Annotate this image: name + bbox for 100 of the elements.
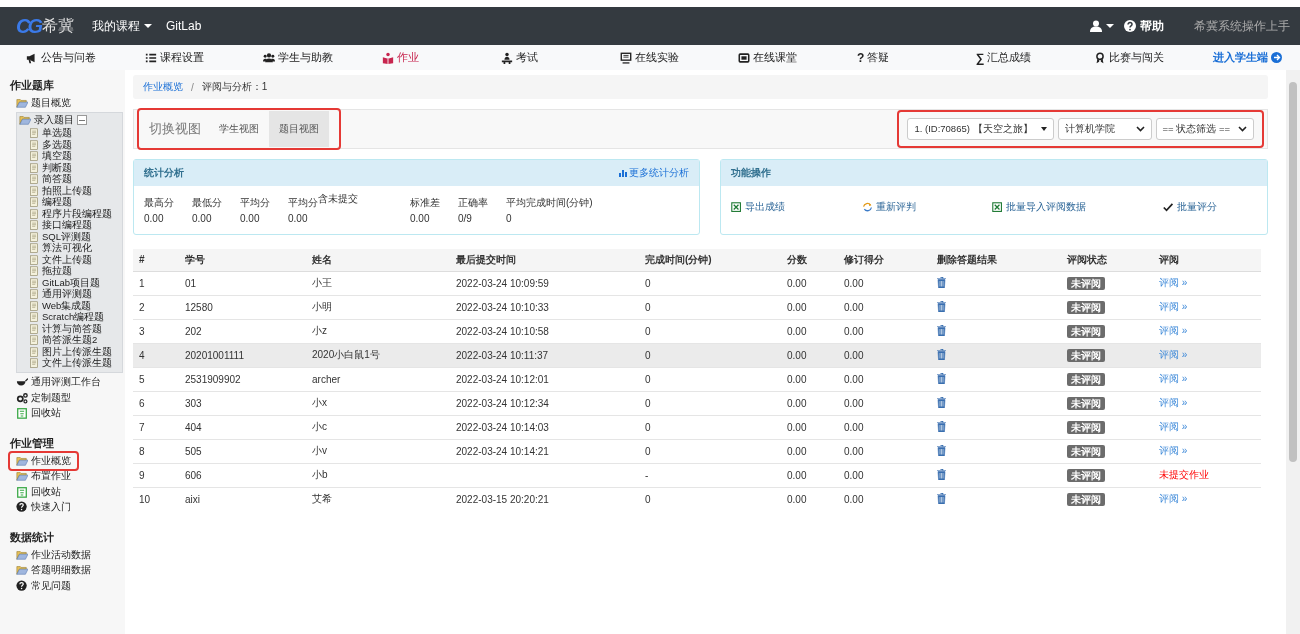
scrollbar-thumb[interactable] <box>1289 82 1297 462</box>
sidebar-item[interactable]: 判断题 <box>29 162 78 174</box>
sidebar-item[interactable]: 填空题 <box>29 151 78 163</box>
student-portal-link[interactable]: 进入学生端 <box>1213 50 1283 65</box>
delete-button[interactable] <box>937 276 946 288</box>
sidebar-item[interactable]: 回收站 <box>10 405 67 421</box>
delete-button[interactable] <box>937 468 946 480</box>
assignment-dropdown[interactable]: 1. (ID:70865) 【天空之旅】 <box>907 118 1054 140</box>
sidebar-item[interactable]: 拍照上传题 <box>29 185 98 197</box>
view-tab[interactable]: 学生视图 <box>209 111 269 147</box>
sidebar-item[interactable]: 定制题型 <box>10 390 77 406</box>
breadcrumb-link[interactable]: 作业概览 <box>143 80 183 94</box>
sidebar-item[interactable]: 简答题 <box>29 174 78 186</box>
sidebar-item[interactable]: 作业活动数据 <box>10 547 97 563</box>
sidebar-item[interactable]: 快速入门 <box>10 499 77 515</box>
sidebar-item[interactable]: 简答派生题2 <box>29 335 104 347</box>
action-link[interactable]: 重新评判 <box>861 200 916 214</box>
table-cell: 12580 <box>185 301 213 313</box>
sidebar-item[interactable]: 计算与简答题 <box>29 323 108 335</box>
course-menu[interactable]: 我的课程 <box>92 17 152 35</box>
delete-button[interactable] <box>937 348 946 360</box>
review-link[interactable]: 评阅 » <box>1159 301 1188 312</box>
sidebar-item[interactable]: 文件上传派生题 <box>29 358 118 370</box>
table-cell: 202 <box>185 325 202 337</box>
sidebar-item[interactable]: 通用评测工作台 <box>10 374 107 390</box>
filter-select[interactable]: 计算机学院 <box>1057 118 1152 140</box>
presenter-icon <box>500 51 513 64</box>
sidebar-item[interactable]: 回收站 <box>10 484 67 500</box>
table-cell: 0 <box>645 493 651 505</box>
nav-tab[interactable]: 课程设置 <box>144 50 264 65</box>
sidebar-item[interactable]: Web集成题 <box>29 300 98 312</box>
sidebar-item[interactable]: GitLab项目题 <box>29 277 106 289</box>
table-cell: 0.00 <box>787 445 807 457</box>
review-link[interactable]: 评阅 » <box>1159 397 1188 408</box>
sidebar-item[interactable]: 题目概览 <box>10 95 77 111</box>
delete-button[interactable] <box>937 372 946 384</box>
action-link[interactable]: 批量评分 <box>1162 200 1217 214</box>
nav-tab[interactable]: 学生与助教 <box>263 50 383 65</box>
review-link[interactable]: 评阅 » <box>1159 445 1188 456</box>
review-link[interactable]: 评阅 » <box>1159 373 1188 384</box>
stat-value: 0.00 <box>240 213 261 224</box>
user-menu[interactable] <box>1090 20 1114 32</box>
delete-button[interactable] <box>937 396 946 408</box>
help-link[interactable]: 帮助 <box>1124 17 1164 35</box>
nav-tab[interactable]: 考试 <box>500 50 620 65</box>
nav-tab[interactable]: 作业 <box>382 50 501 65</box>
column-header: 删除答题结果 <box>931 249 1061 271</box>
nav-tab[interactable]: ∑ 汇总成绩 <box>975 50 1095 65</box>
logo-mark: CG <box>16 14 40 38</box>
sidebar-item[interactable]: 多选题 <box>29 139 78 151</box>
delete-button[interactable] <box>937 300 946 312</box>
nav-tab[interactable]: 比赛与闯关 <box>1094 50 1214 65</box>
sidebar-item[interactable]: 布置作业 <box>10 468 77 484</box>
review-link[interactable]: 评阅 » <box>1159 325 1188 336</box>
gitlab-link[interactable]: GitLab <box>166 19 202 33</box>
check-icon <box>1162 201 1174 213</box>
table-cell: 0 <box>645 397 651 409</box>
nav-tab[interactable]: ? 答疑 <box>856 50 976 65</box>
table-cell: aixi <box>185 493 200 505</box>
sidebar-item[interactable]: SQL评测题 <box>29 231 97 243</box>
table-cell: 7 <box>139 421 145 433</box>
column-header: 评阅 <box>1153 249 1261 271</box>
status-badge: 未评阅 <box>1067 324 1105 338</box>
review-link[interactable]: 评阅 » <box>1159 493 1188 505</box>
sidebar-item[interactable]: 接口编程题 <box>29 220 98 232</box>
column-header: 姓名 <box>306 249 450 271</box>
sidebar-item[interactable]: 程序片段编程题 <box>29 208 118 220</box>
action-link[interactable]: 导出成绩 <box>731 200 785 214</box>
folder-icon <box>16 96 28 109</box>
view-tab[interactable]: 题目视图 <box>269 111 329 147</box>
spreadsheet-icon <box>992 201 1004 213</box>
sidebar-item[interactable]: 拖拉题 <box>29 266 78 278</box>
sidebar-item[interactable]: 答题明细数据 <box>10 562 97 578</box>
sidebar-item[interactable]: 图片上传派生题 <box>29 346 118 358</box>
trash-icon <box>937 372 946 384</box>
sidebar-item[interactable]: 常见问题 <box>10 578 77 594</box>
document-icon <box>29 289 40 301</box>
nav-tab[interactable]: 公告与问卷 <box>26 50 145 65</box>
guide-link[interactable]: 希冀系统操作上手 <box>1194 17 1290 35</box>
sidebar-item[interactable]: 算法可视化 <box>29 243 98 255</box>
sidebar-item[interactable]: 单选题 <box>29 128 78 140</box>
sidebar-item[interactable]: 编程题 <box>29 197 78 209</box>
review-link[interactable]: 评阅 » <box>1159 277 1188 288</box>
delete-button[interactable] <box>937 420 946 432</box>
sidebar-item[interactable]: 录入题目 <box>17 112 93 128</box>
nav-tab[interactable]: 在线实验 <box>619 50 739 65</box>
action-link[interactable]: 批量导入评阅数据 <box>992 200 1087 214</box>
sidebar-item[interactable]: 文件上传题 <box>29 254 98 266</box>
more-statistics-link[interactable]: 更多统计分析 <box>617 166 689 180</box>
sidebar-item[interactable]: 通用评测题 <box>29 289 98 301</box>
table-cell: 0.00 <box>844 349 864 361</box>
sidebar-item[interactable]: 作业概览 <box>10 453 77 469</box>
collapse-toggle[interactable] <box>77 115 87 126</box>
review-link[interactable]: 评阅 » <box>1159 421 1188 432</box>
delete-button[interactable] <box>937 492 946 504</box>
delete-button[interactable] <box>937 444 946 456</box>
nav-tab[interactable]: 在线课堂 <box>738 50 857 65</box>
filter-select[interactable]: == 状态筛选 == <box>1155 118 1254 140</box>
delete-button[interactable] <box>937 324 946 336</box>
sidebar-item[interactable]: Scratch编程题 <box>29 312 111 324</box>
